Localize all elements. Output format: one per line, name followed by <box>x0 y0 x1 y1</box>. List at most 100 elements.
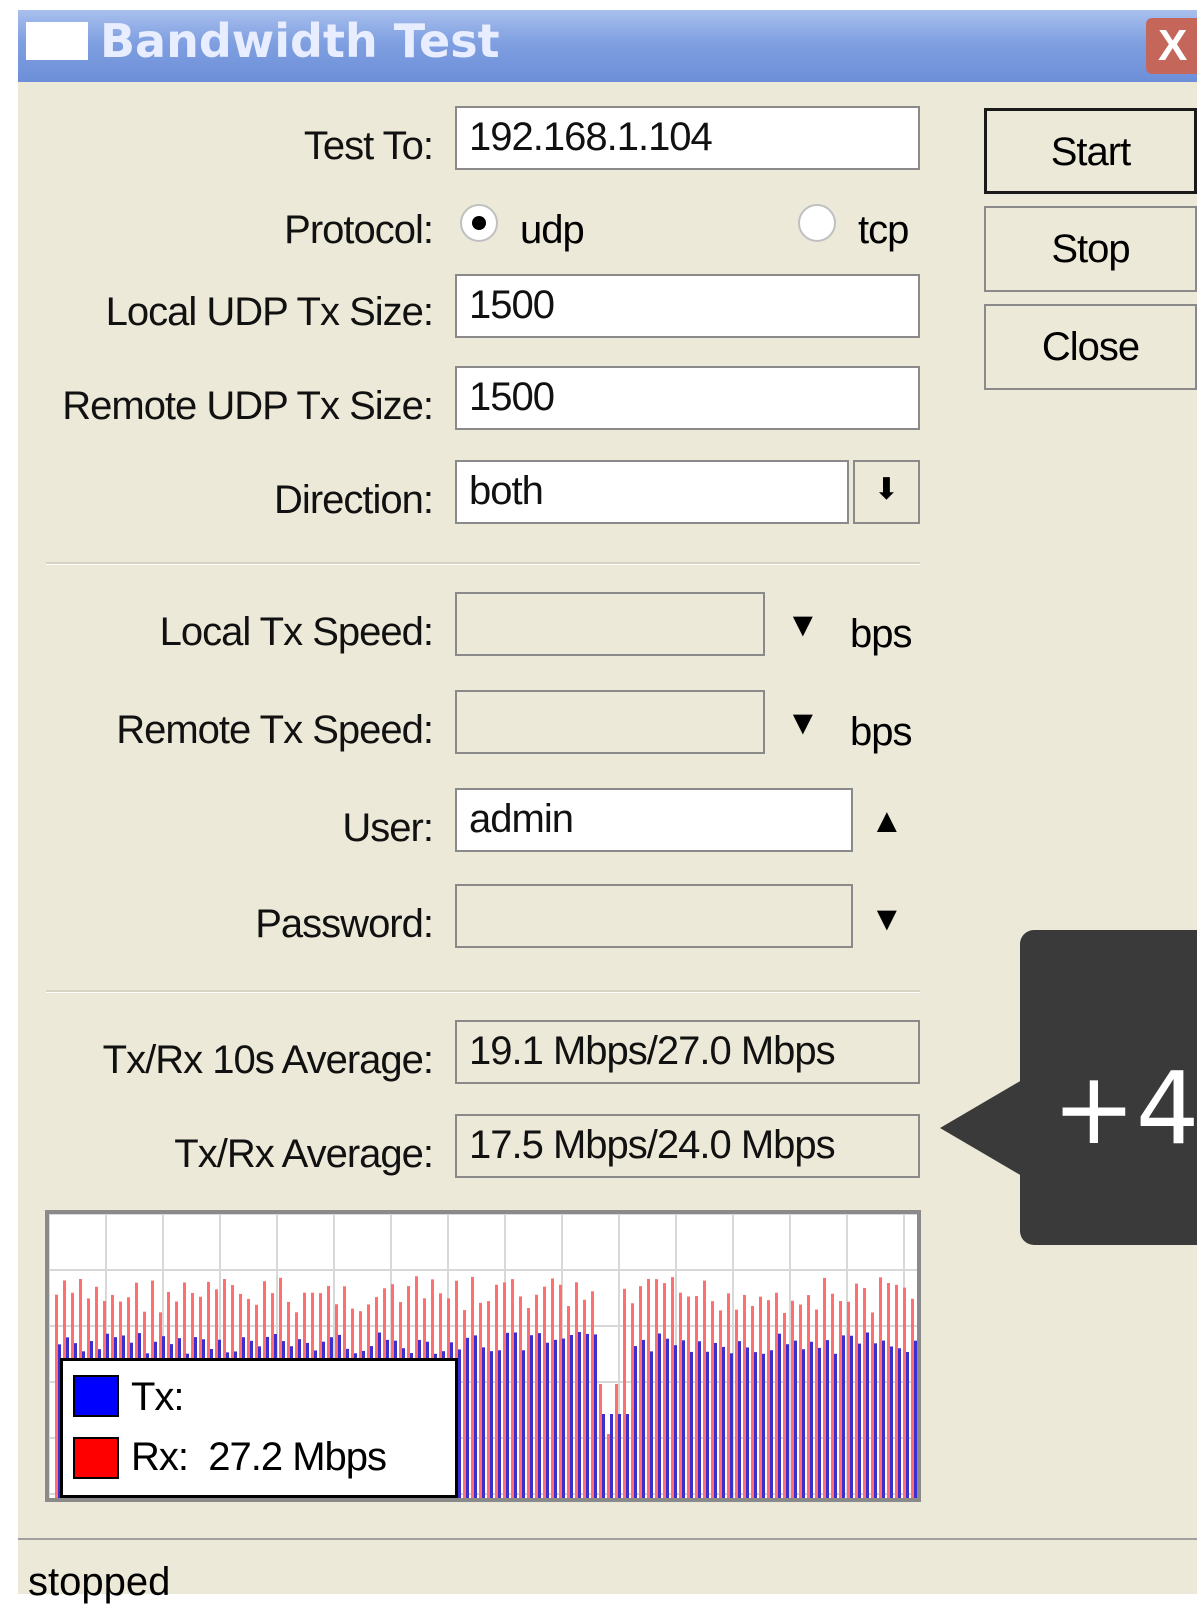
local-tx-speed-label: Local Tx Speed: <box>159 610 434 654</box>
rx-bar <box>911 1298 914 1498</box>
tx-bar <box>738 1341 741 1498</box>
tx-rx-10s-average-label: Tx/Rx 10s Average: <box>102 1038 434 1082</box>
rx-bar <box>671 1277 674 1498</box>
rx-bar <box>495 1284 498 1498</box>
callout-pointer <box>940 1080 1022 1176</box>
local-tx-speed-unit: bps <box>850 612 912 656</box>
tx-bar <box>906 1351 909 1498</box>
rx-bar <box>687 1296 690 1498</box>
tx-bar <box>650 1351 653 1498</box>
rx-bar <box>599 1384 602 1498</box>
rx-bar <box>503 1282 506 1498</box>
tx-bar <box>634 1346 637 1498</box>
tx-bar <box>794 1340 797 1498</box>
rx-bar <box>615 1384 618 1498</box>
callout-text: +4 <box>1052 1050 1197 1167</box>
remote-tx-speed-label: Remote Tx Speed: <box>116 708 434 752</box>
chevron-down-icon[interactable]: ▼ <box>870 902 904 936</box>
rx-bar <box>751 1305 754 1498</box>
tx-bar <box>882 1340 885 1498</box>
tx-bar <box>466 1337 469 1498</box>
rx-bar <box>559 1284 562 1498</box>
remote-udp-tx-size-label: Remote UDP Tx Size: <box>62 384 434 428</box>
protocol-udp-radio[interactable] <box>460 204 498 242</box>
tx-bar <box>490 1351 493 1498</box>
close-icon[interactable]: X <box>1146 18 1197 74</box>
title-bar[interactable]: Bandwidth Test X <box>18 10 1197 82</box>
tx-bar <box>690 1351 693 1498</box>
rx-bar <box>535 1294 538 1498</box>
rx-bar <box>479 1302 482 1498</box>
tx-bar <box>554 1339 557 1498</box>
chevron-down-icon[interactable]: ▼ <box>786 608 820 642</box>
rx-bar <box>791 1300 794 1498</box>
rx-bar <box>743 1294 746 1498</box>
user-input[interactable]: admin <box>455 788 853 852</box>
chevron-down-icon[interactable]: ▼ <box>786 706 820 740</box>
rx-bar <box>695 1296 698 1498</box>
tx-bar <box>586 1333 589 1498</box>
tx-bar <box>658 1333 661 1498</box>
remote-tx-speed-input[interactable] <box>455 690 765 754</box>
tx-bar <box>802 1349 805 1498</box>
rx-bar <box>879 1277 882 1498</box>
rx-bar <box>823 1277 826 1498</box>
tx-bar <box>714 1342 717 1498</box>
tx-bar <box>746 1347 749 1498</box>
tx-bar <box>570 1335 573 1498</box>
close-button[interactable]: Close <box>984 304 1197 390</box>
tx-bar <box>754 1352 757 1498</box>
tx-bar <box>546 1342 549 1498</box>
tx-bar <box>578 1332 581 1498</box>
tx-bar <box>474 1335 477 1498</box>
rx-bar <box>607 1434 610 1498</box>
tx-bar <box>674 1345 677 1498</box>
rx-bar <box>767 1300 770 1498</box>
rx-bar <box>575 1282 578 1498</box>
remote-tx-speed-unit: bps <box>850 710 912 754</box>
status-bar: stopped <box>18 1538 1197 1604</box>
tx-rx-average-label: Tx/Rx Average: <box>174 1132 434 1176</box>
direction-select[interactable]: both <box>455 460 849 524</box>
password-label: Password: <box>255 902 434 946</box>
rx-bar <box>831 1293 834 1498</box>
rx-bar <box>727 1293 730 1498</box>
rx-bar <box>663 1283 666 1498</box>
start-button[interactable]: Start <box>984 108 1197 194</box>
tx-bar <box>730 1353 733 1498</box>
password-input[interactable] <box>455 884 853 948</box>
rx-bar <box>55 1294 58 1498</box>
tx-bar <box>890 1346 893 1498</box>
bandwidth-test-window: Bandwidth Test X Test To: 192.168.1.104 … <box>18 10 1197 1604</box>
rx-bar <box>487 1301 490 1498</box>
dropdown-icon[interactable]: ⬇ <box>853 460 920 524</box>
tx-bar <box>786 1344 789 1498</box>
rx-bar <box>567 1306 570 1498</box>
rx-bar <box>527 1308 530 1498</box>
tx-bar <box>626 1414 629 1498</box>
rx-bar <box>591 1291 594 1498</box>
tx-bar <box>842 1335 845 1498</box>
rx-bar <box>655 1279 658 1498</box>
rx-bar <box>719 1310 722 1498</box>
user-label: User: <box>342 806 434 850</box>
rx-bar <box>847 1301 850 1498</box>
tx-bar <box>810 1341 813 1498</box>
chevron-up-icon[interactable]: ▲ <box>870 804 904 838</box>
rx-bar <box>623 1288 626 1498</box>
stop-button[interactable]: Stop <box>984 206 1197 292</box>
protocol-tcp-label: tcp <box>858 208 909 252</box>
test-to-input[interactable]: 192.168.1.104 <box>455 106 920 170</box>
rx-bar <box>799 1304 802 1498</box>
local-tx-speed-input[interactable] <box>455 592 765 656</box>
rx-bar <box>471 1276 474 1498</box>
test-to-label: Test To: <box>303 124 434 168</box>
local-udp-tx-size-input[interactable]: 1500 <box>455 274 920 338</box>
tx-bar <box>858 1343 861 1498</box>
rx-bar <box>631 1303 634 1498</box>
remote-udp-tx-size-input[interactable]: 1500 <box>455 366 920 430</box>
tx-bar <box>482 1347 485 1498</box>
tx-bar <box>506 1332 509 1498</box>
protocol-tcp-radio[interactable] <box>798 204 836 242</box>
graph-legend: Tx: Rx: 27.2 Mbps <box>60 1358 458 1498</box>
